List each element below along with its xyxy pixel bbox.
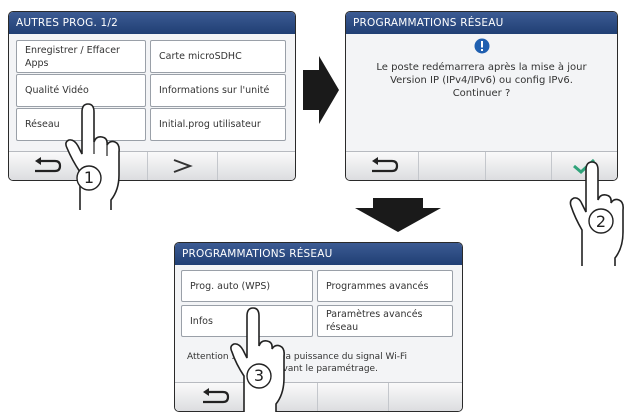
- advanced-network-settings-button[interactable]: Paramètres avancés réseau: [317, 305, 453, 337]
- hand-pointer-icon: [65, 103, 120, 210]
- screen-title: AUTRES PROG. 1/2: [9, 12, 295, 34]
- back-arrow-icon[interactable]: [368, 157, 400, 175]
- unit-info-button[interactable]: Informations sur l'unité: [150, 74, 286, 107]
- bottom-bar: [175, 382, 462, 411]
- screen-title: PROGRAMMATIONS RÉSEAU: [175, 243, 462, 265]
- advanced-programs-button[interactable]: Programmes avancés: [317, 270, 453, 302]
- arrow-right-icon: [303, 56, 339, 124]
- screen-network-settings: PROGRAMMATIONS RÉSEAU Prog. auto (WPS) P…: [174, 242, 463, 412]
- bottom-bar: [9, 151, 295, 180]
- wps-button[interactable]: Prog. auto (WPS): [181, 270, 313, 302]
- attention-text: la puissance du signal Wi-Fi: [283, 352, 407, 362]
- confirm-message: Le poste redémarrera après la mise à jou…: [376, 62, 587, 99]
- screen-title: PROGRAMMATIONS RÉSEAU: [346, 12, 617, 34]
- initial-settings-button[interactable]: Initial.prog utilisateur: [150, 108, 286, 141]
- apps-button[interactable]: Enregistrer / Effacer Apps: [16, 40, 146, 73]
- hand-pointer-icon: [230, 307, 285, 412]
- arrow-down-icon: [355, 198, 441, 232]
- step-number: 1: [83, 168, 95, 187]
- screen-other-settings: AUTRES PROG. 1/2 Enregistrer / Effacer A…: [8, 11, 296, 181]
- step-number: 3: [253, 366, 265, 385]
- microsd-button[interactable]: Carte microSDHC: [150, 40, 286, 73]
- next-page-icon[interactable]: [171, 158, 193, 174]
- alert-icon: [474, 38, 490, 54]
- step-number: 2: [595, 212, 607, 231]
